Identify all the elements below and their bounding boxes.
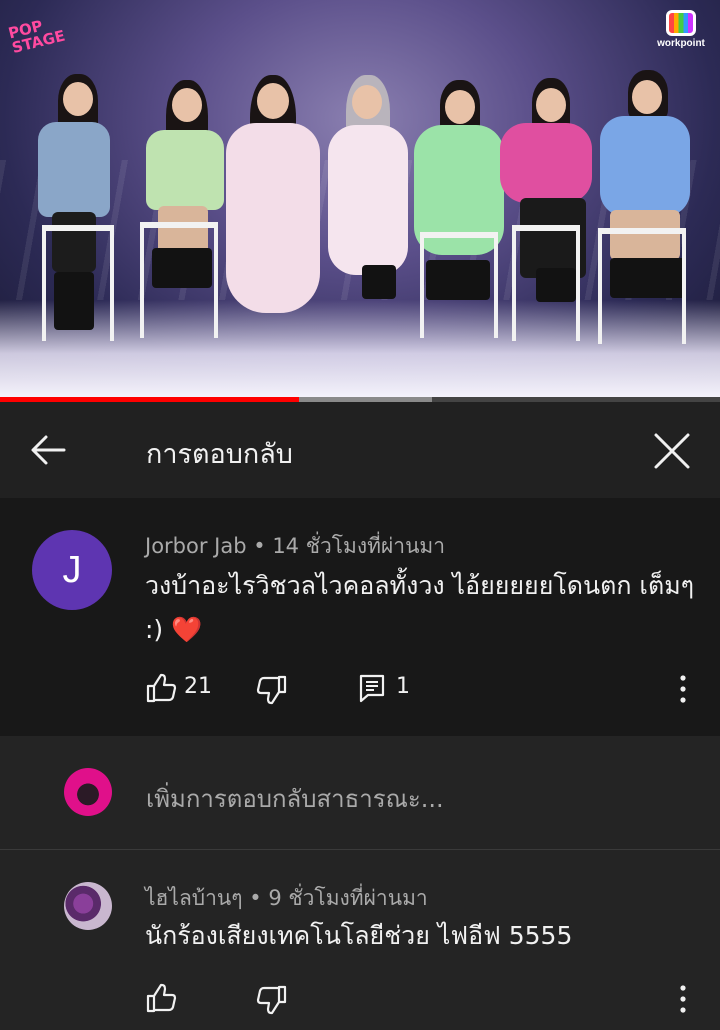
comment-time: 14 ชั่วโมงที่ผ่านมา	[272, 534, 446, 558]
comment-body: วงบ้าอะไรวิชวลไวคอลทั้งวง ไอ้ยยยยยโดนตก …	[145, 571, 695, 644]
broadcaster-logo: workpoint	[652, 10, 710, 56]
reply-count: 1	[396, 674, 410, 699]
page-title: การตอบกลับ	[146, 439, 293, 470]
tv-icon	[666, 10, 696, 36]
close-icon	[654, 433, 690, 469]
avatar-letter: J	[62, 548, 82, 591]
stool	[598, 228, 686, 344]
add-reply-row[interactable]: เพิ่มการตอบกลับสาธารณะ...	[0, 736, 720, 850]
dislike-button[interactable]	[256, 674, 288, 706]
parent-comment: J Jorbor Jab • 14 ชั่วโมงที่ผ่านมา วงบ้า…	[0, 498, 720, 736]
meta-separator: •	[242, 886, 269, 910]
replies-header: การตอบกลับ	[0, 402, 720, 498]
comment-time: 9 ชั่วโมงที่ผ่านมา	[268, 886, 428, 910]
more-options-button[interactable]	[672, 672, 694, 706]
thumbs-down-icon	[256, 985, 287, 1015]
comment-icon	[359, 674, 385, 703]
stool	[512, 225, 580, 341]
avatar[interactable]: J	[32, 530, 112, 610]
back-button[interactable]	[28, 430, 68, 470]
dislike-button[interactable]	[256, 984, 288, 1016]
thumbs-up-icon	[146, 983, 177, 1013]
comment-meta: ไฮไลบ้านๆ • 9 ชั่วโมงที่ผ่านมา	[145, 882, 428, 915]
like-button[interactable]	[145, 672, 177, 704]
avatar[interactable]	[64, 882, 112, 930]
reply-input[interactable]: เพิ่มการตอบกลับสาธารณะ...	[146, 779, 444, 818]
comment-author[interactable]: Jorbor Jab	[145, 534, 247, 558]
reply-button[interactable]	[358, 673, 386, 703]
stool	[420, 232, 498, 338]
thumbs-up-icon	[146, 673, 177, 703]
reply-comment: ไฮไลบ้านๆ • 9 ชั่วโมงที่ผ่านมา นักร้องเส…	[0, 850, 720, 1030]
thumbs-down-icon	[256, 675, 287, 705]
performer	[222, 75, 322, 315]
comment-actions: 21 1	[0, 670, 720, 710]
close-button[interactable]	[650, 429, 694, 473]
more-options-button[interactable]	[672, 982, 694, 1016]
like-count: 21	[184, 674, 212, 699]
meta-separator: •	[246, 534, 273, 558]
stool	[42, 225, 114, 341]
broadcaster-name: workpoint	[657, 38, 705, 49]
more-vertical-icon	[680, 675, 686, 703]
performer	[322, 75, 412, 305]
comment-text: นักร้องเสียงเทคโนโลยีช่วย ไฟอีฟ 5555	[145, 921, 573, 950]
like-button[interactable]	[145, 982, 177, 1014]
more-vertical-icon	[680, 985, 686, 1013]
avatar	[64, 768, 112, 816]
channel-logo: POP STAGE	[6, 16, 67, 58]
stool	[140, 222, 218, 338]
comment-author[interactable]: ไฮไลบ้านๆ	[145, 886, 243, 910]
comment-text: วงบ้าอะไรวิชวลไวคอลทั้งวง ไอ้ยยยยยโดนตก …	[145, 564, 705, 652]
video-player[interactable]: POP STAGE workpoint	[0, 0, 720, 397]
heart-emoji: ❤️	[171, 615, 203, 644]
comment-meta: Jorbor Jab • 14 ชั่วโมงที่ผ่านมา	[145, 530, 445, 563]
arrow-left-icon	[31, 435, 66, 465]
